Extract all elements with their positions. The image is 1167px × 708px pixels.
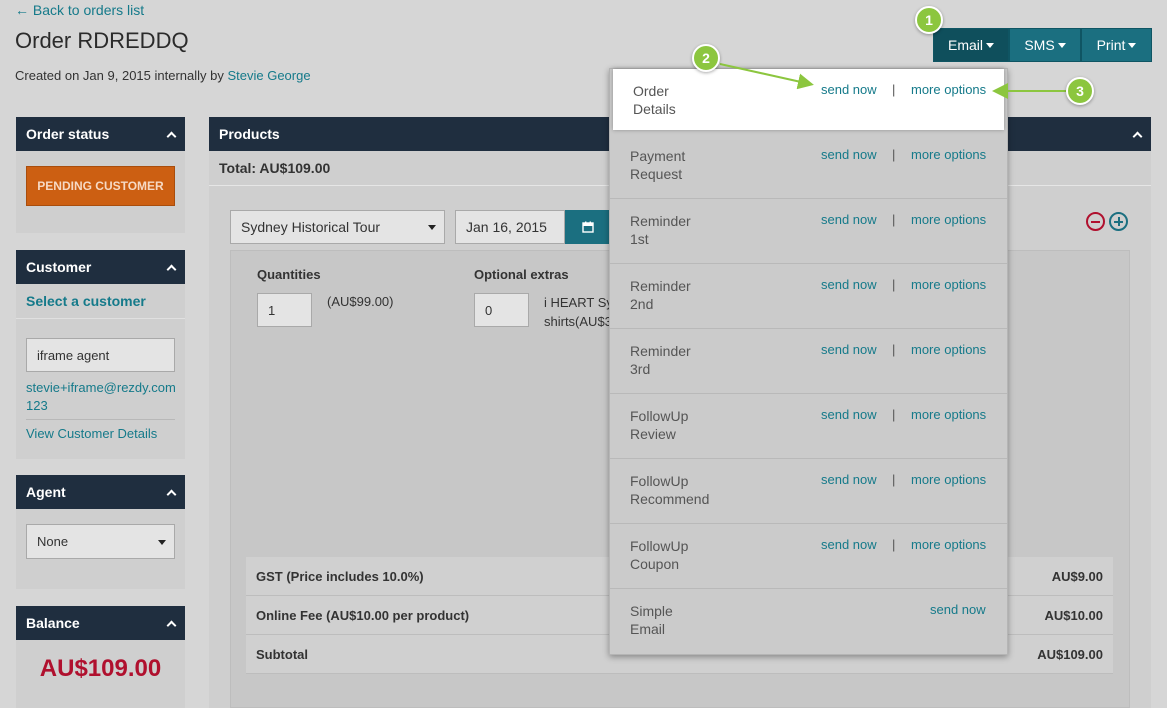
callout-marker-1: 1 <box>915 6 943 34</box>
callout-2-arrow <box>719 63 814 90</box>
callout-marker-3: 3 <box>1066 77 1094 105</box>
callout-arrows <box>719 63 1066 99</box>
callout-marker-2: 2 <box>692 44 720 72</box>
